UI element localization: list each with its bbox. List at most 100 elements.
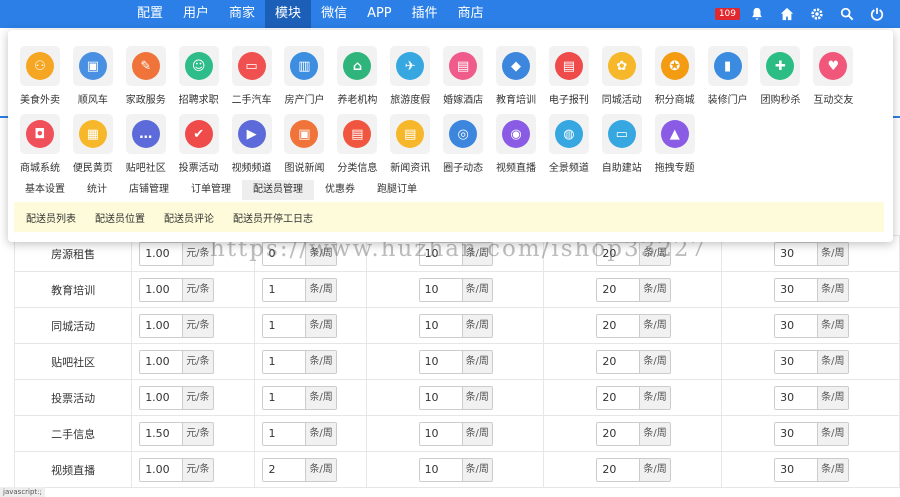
nav-item[interactable]: APP xyxy=(357,0,402,28)
module-item[interactable]: ▤ 电子报刊 xyxy=(543,46,595,114)
quota-input[interactable] xyxy=(419,314,462,337)
quota-input[interactable] xyxy=(419,242,462,265)
sub-tab[interactable]: 店铺管理 xyxy=(118,180,180,200)
search-icon[interactable] xyxy=(832,0,862,28)
sub-link[interactable]: 配送员开停工日志 xyxy=(233,210,313,225)
nav-item[interactable]: 商店 xyxy=(448,0,494,28)
module-item[interactable]: ▶ 视频频道 xyxy=(226,114,278,182)
quota-input[interactable] xyxy=(263,314,306,337)
module-item[interactable]: ✿ 同城活动 xyxy=(596,46,648,114)
quota-input[interactable] xyxy=(140,314,183,337)
quota-input[interactable] xyxy=(263,458,306,481)
module-item[interactable]: ▣ 图说新闻 xyxy=(278,114,330,182)
sub-tab[interactable]: 配送员管理 xyxy=(242,180,314,200)
module-item[interactable]: ✚ 团购秒杀 xyxy=(754,46,806,114)
quota-input[interactable] xyxy=(775,458,818,481)
module-item[interactable]: ♥ 互动交友 xyxy=(807,46,859,114)
input-group: 条/周 xyxy=(255,349,365,374)
quota-input[interactable] xyxy=(263,422,306,445)
module-item[interactable]: ◎ 圈子动态 xyxy=(437,114,489,182)
quota-input[interactable] xyxy=(419,386,462,409)
module-item[interactable]: ✪ 积分商城 xyxy=(649,46,701,114)
input-group: 条/周 xyxy=(367,349,544,374)
quota-input[interactable] xyxy=(597,386,640,409)
quota-input[interactable] xyxy=(775,422,818,445)
module-item[interactable]: ◉ 视频直播 xyxy=(490,114,542,182)
quota-input[interactable] xyxy=(263,278,306,301)
unit-label: 条/周 xyxy=(461,314,492,337)
module-item[interactable]: ▤ 分类信息 xyxy=(331,114,383,182)
sub-tab[interactable]: 优惠券 xyxy=(314,180,366,200)
module-item[interactable]: ◆ 教育培训 xyxy=(490,46,542,114)
module-item[interactable]: ▲ 拖拽专题 xyxy=(649,114,701,182)
module-item[interactable]: ☺ 招聘求职 xyxy=(173,46,225,114)
nav-item[interactable]: 微信 xyxy=(311,0,357,28)
quota-cell: 条/周 xyxy=(543,451,723,488)
quota-input[interactable] xyxy=(597,422,640,445)
module-item[interactable]: ▤ 新闻资讯 xyxy=(384,114,436,182)
quota-cell: 条/周 xyxy=(543,379,723,416)
module-label: 商城系统 xyxy=(20,163,60,174)
quota-input[interactable] xyxy=(775,242,818,265)
module-item[interactable]: … 贴吧社区 xyxy=(120,114,172,182)
sub-tab[interactable]: 基本设置 xyxy=(14,180,76,200)
nav-item[interactable]: 插件 xyxy=(402,0,448,28)
sub-link[interactable]: 配送员位置 xyxy=(95,210,145,225)
quota-input[interactable] xyxy=(419,350,462,373)
module-item[interactable]: ✔ 投票活动 xyxy=(173,114,225,182)
module-item[interactable]: ▣ 顺风车 xyxy=(67,46,119,114)
quota-input[interactable] xyxy=(775,386,818,409)
sub-tab[interactable]: 订单管理 xyxy=(180,180,242,200)
nav-item[interactable]: 用户 xyxy=(173,0,219,28)
module-icon: … xyxy=(131,120,160,148)
gear-icon[interactable] xyxy=(802,0,832,28)
module-item[interactable]: ⚇ 美食外卖 xyxy=(14,46,66,114)
module-item[interactable]: ⌂ 养老机构 xyxy=(331,46,383,114)
module-item[interactable]: ◘ 商城系统 xyxy=(14,114,66,182)
quota-input[interactable] xyxy=(775,350,818,373)
module-item[interactable]: ▦ 便民黄页 xyxy=(67,114,119,182)
unit-label: 元/条 xyxy=(182,458,213,481)
quota-input[interactable] xyxy=(140,278,183,301)
sub-tab[interactable]: 跑腿订单 xyxy=(366,180,428,200)
module-item[interactable]: ▭ 自助建站 xyxy=(596,114,648,182)
bell-icon[interactable] xyxy=(742,0,772,28)
quota-input[interactable] xyxy=(140,422,183,445)
quota-input[interactable] xyxy=(419,278,462,301)
module-item[interactable]: ✎ 家政服务 xyxy=(120,46,172,114)
quota-input[interactable] xyxy=(597,350,640,373)
input-group: 条/周 xyxy=(722,313,899,338)
quota-input[interactable] xyxy=(597,314,640,337)
quota-input[interactable] xyxy=(419,458,462,481)
quota-input[interactable] xyxy=(263,386,306,409)
nav-item[interactable]: 商家 xyxy=(219,0,265,28)
home-icon[interactable] xyxy=(772,0,802,28)
quota-input[interactable] xyxy=(263,350,306,373)
quota-input[interactable] xyxy=(775,314,818,337)
quota-input[interactable] xyxy=(140,242,183,265)
sub-link[interactable]: 配送员评论 xyxy=(164,210,214,225)
power-icon[interactable] xyxy=(862,0,892,28)
quota-input[interactable] xyxy=(775,278,818,301)
quota-input[interactable] xyxy=(140,458,183,481)
module-item[interactable]: ◍ 全景频道 xyxy=(543,114,595,182)
module-item[interactable]: ▤ 婚嫁酒店 xyxy=(437,46,489,114)
quota-input[interactable] xyxy=(140,350,183,373)
nav-item[interactable]: 模块 xyxy=(265,0,312,28)
module-item[interactable]: ▭ 二手汽车 xyxy=(226,46,278,114)
nav-item[interactable]: 配置 xyxy=(127,0,173,28)
quota-input[interactable] xyxy=(597,278,640,301)
module-item[interactable]: ▮ 装修门户 xyxy=(702,46,754,114)
quota-input[interactable] xyxy=(597,458,640,481)
sub-link[interactable]: 配送员列表 xyxy=(26,210,76,225)
module-item[interactable]: ▥ 房产门户 xyxy=(278,46,330,114)
input-group-box: 条/周 xyxy=(774,421,849,446)
quota-input[interactable] xyxy=(597,242,640,265)
module-label: 旅游度假 xyxy=(390,95,431,106)
sub-tab[interactable]: 统计 xyxy=(76,180,118,200)
quota-input[interactable] xyxy=(140,386,183,409)
module-item[interactable]: ✈ 旅游度假 xyxy=(384,46,436,114)
quota-input[interactable] xyxy=(263,242,306,265)
quota-input[interactable] xyxy=(419,422,462,445)
module-label: 养老机构 xyxy=(337,95,378,106)
